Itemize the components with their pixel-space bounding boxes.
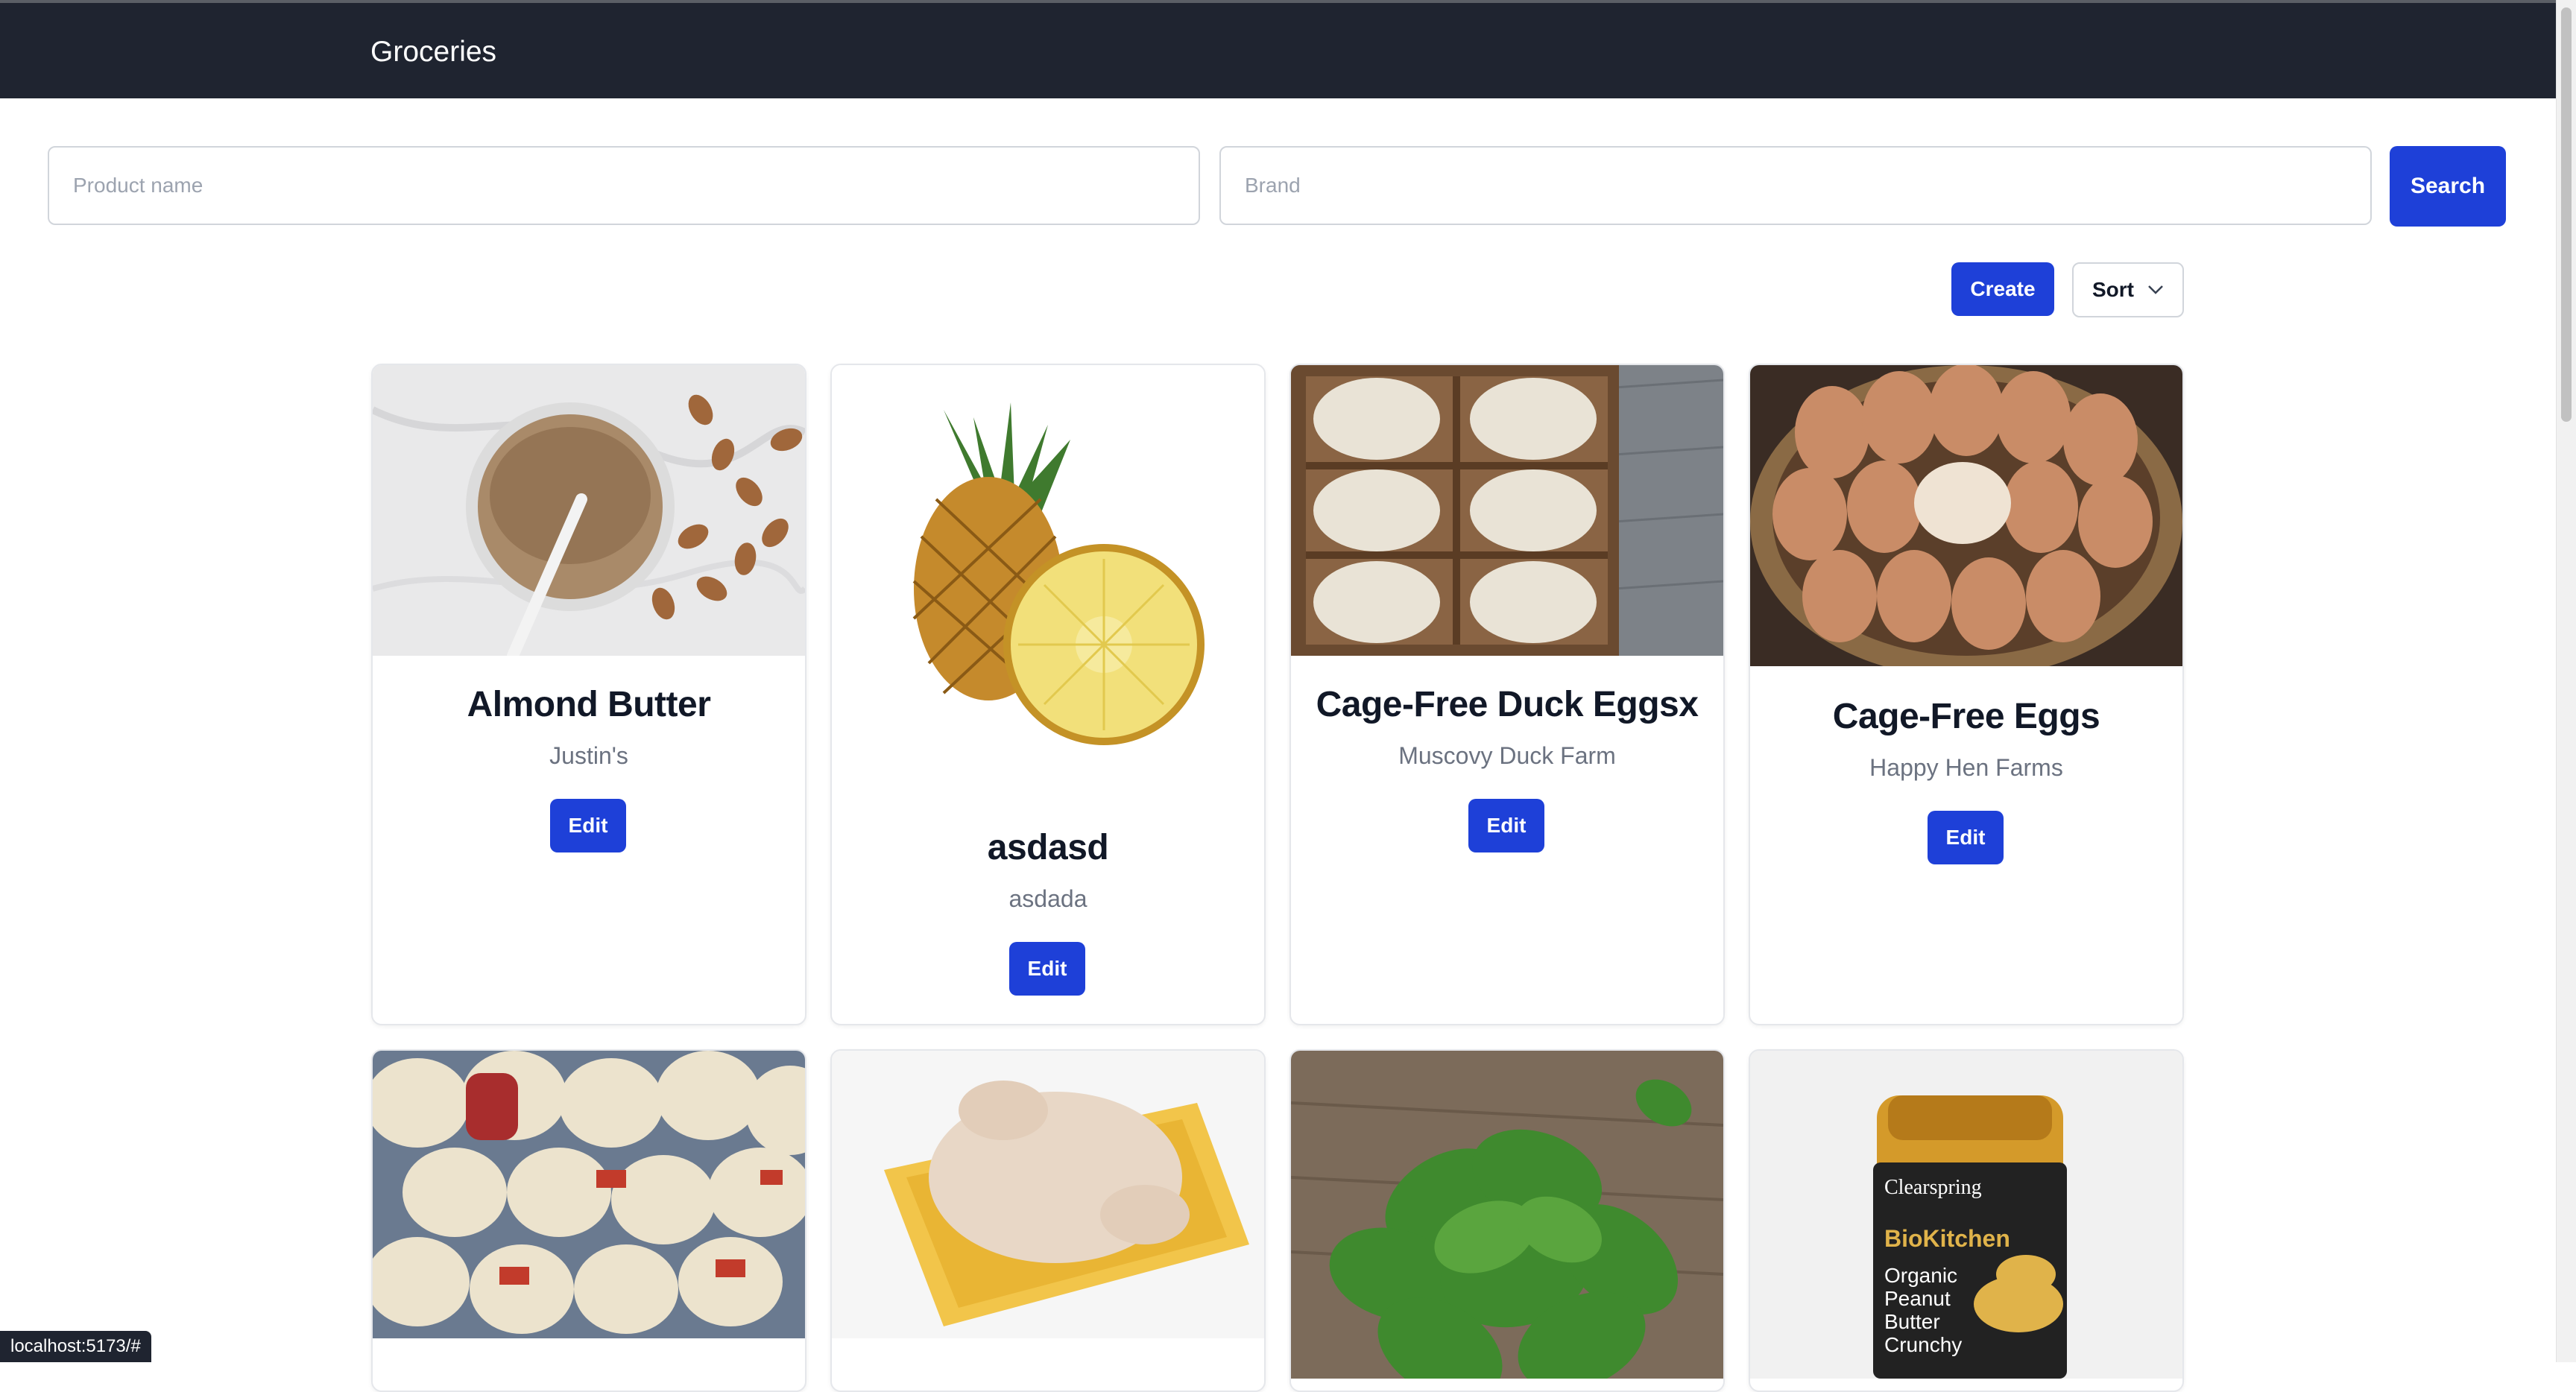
product-card xyxy=(830,1049,1266,1392)
product-image xyxy=(1291,365,1723,656)
product-name: Cage-Free Duck Eggsx xyxy=(1316,685,1699,724)
app-title[interactable]: Groceries xyxy=(370,36,496,69)
product-brand: Happy Hen Farms xyxy=(1869,754,2063,781)
jar-label-text: Organic Peanut Butter Crunchy xyxy=(1884,1264,1963,1356)
sort-dropdown[interactable]: Sort xyxy=(2072,262,2184,317)
product-card: Clearspring BioKitchen Organic Peanut Bu… xyxy=(1749,1049,2184,1392)
edit-button[interactable]: Edit xyxy=(550,799,626,852)
product-image xyxy=(1750,365,2182,666)
navbar: Groceries xyxy=(0,3,2557,98)
product-image xyxy=(373,1051,805,1338)
sort-label: Sort xyxy=(2092,278,2134,301)
product-brand: Muscovy Duck Farm xyxy=(1398,742,1616,769)
product-name-input[interactable] xyxy=(48,146,1200,225)
product-name: Almond Butter xyxy=(467,685,711,724)
vertical-scrollbar[interactable] xyxy=(2556,0,2576,1362)
product-card: Cage-Free Duck Eggsx Muscovy Duck Farm E… xyxy=(1289,364,1725,1025)
product-image: Clearspring BioKitchen Organic Peanut Bu… xyxy=(1750,1051,2182,1379)
product-card xyxy=(371,1049,806,1392)
scrollbar-thumb[interactable] xyxy=(2561,7,2572,422)
create-button[interactable]: Create xyxy=(1951,262,2054,316)
product-image xyxy=(832,365,1264,799)
product-name: asdasd xyxy=(987,828,1109,867)
edit-button[interactable]: Edit xyxy=(1009,942,1085,996)
edit-button[interactable]: Edit xyxy=(1468,799,1544,852)
jar-label-line: BioKitchen xyxy=(1884,1225,2010,1252)
product-image xyxy=(373,365,805,656)
product-card xyxy=(1289,1049,1725,1392)
product-card: Cage-Free Eggs Happy Hen Farms Edit xyxy=(1749,364,2184,1025)
jar-label-brand: Clearspring xyxy=(1884,1176,1982,1199)
product-brand: Justin's xyxy=(549,742,628,769)
product-name: Cage-Free Eggs xyxy=(1832,697,2100,736)
product-image xyxy=(832,1051,1264,1338)
brand-input[interactable] xyxy=(1219,146,2372,225)
chevron-down-icon xyxy=(2148,285,2163,294)
search-button[interactable]: Search xyxy=(2390,146,2506,227)
product-brand: asdada xyxy=(1008,885,1087,912)
product-image xyxy=(1291,1051,1723,1379)
status-bar-url: localhost:5173/# xyxy=(0,1331,151,1362)
product-card: asdasd asdada Edit xyxy=(830,364,1266,1025)
edit-button[interactable]: Edit xyxy=(1928,811,2004,864)
product-card: Almond Butter Justin's Edit xyxy=(371,364,806,1025)
